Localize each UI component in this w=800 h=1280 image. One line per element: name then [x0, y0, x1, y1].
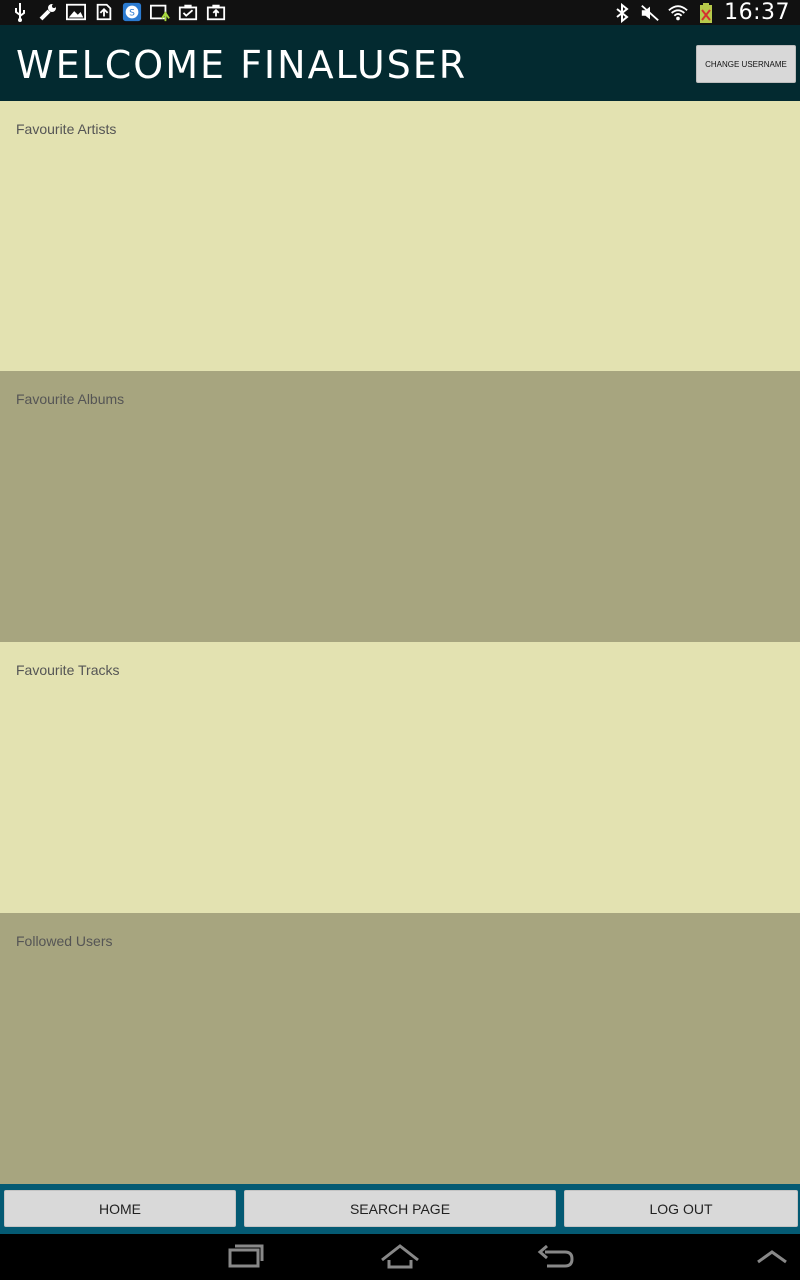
battery-icon	[696, 2, 716, 23]
favourite-albums-section: Favourite Albums	[0, 371, 800, 642]
bottom-navigation: HOME SEARCH PAGE LOG OUT	[0, 1184, 800, 1234]
recents-icon[interactable]	[225, 1242, 265, 1270]
page-title: WELCOME FINALUSER	[16, 43, 468, 87]
followed-users-label: Followed Users	[16, 933, 113, 949]
log-out-button[interactable]: LOG OUT	[564, 1190, 798, 1227]
status-time: 16:37	[724, 0, 790, 25]
app-header: WELCOME FINALUSER CHANGE USERNAME	[0, 25, 800, 101]
status-right-icons: 16:37	[612, 0, 790, 25]
briefcase-upload-icon	[206, 2, 226, 22]
wifi-icon	[668, 3, 688, 23]
home-button[interactable]: HOME	[4, 1190, 236, 1227]
skype-icon: S	[122, 2, 142, 22]
clipboard-check-icon	[178, 2, 198, 22]
wrench-icon	[38, 2, 58, 22]
favourite-artists-label: Favourite Artists	[16, 121, 117, 137]
mute-icon	[640, 3, 660, 23]
back-icon[interactable]	[535, 1242, 575, 1270]
favourite-albums-label: Favourite Albums	[16, 391, 125, 407]
image-icon	[66, 2, 86, 22]
status-bar: S 16:37	[0, 0, 800, 25]
upload-file-icon	[94, 2, 114, 22]
system-navigation-bar	[0, 1234, 800, 1280]
favourite-artists-section: Favourite Artists	[0, 101, 800, 371]
usb-icon	[10, 2, 30, 22]
up-chevron-icon[interactable]	[752, 1242, 792, 1270]
home-icon[interactable]	[380, 1242, 420, 1270]
svg-text:S: S	[129, 9, 135, 19]
search-page-button[interactable]: SEARCH PAGE	[244, 1190, 556, 1227]
change-username-button[interactable]: CHANGE USERNAME	[696, 45, 796, 83]
upload-arrow-icon	[150, 2, 170, 22]
followed-users-section: Followed Users	[0, 913, 800, 1184]
status-left-icons: S	[10, 2, 226, 22]
favourite-tracks-label: Favourite Tracks	[16, 662, 120, 678]
bluetooth-icon	[612, 2, 632, 23]
favourite-tracks-section: Favourite Tracks	[0, 642, 800, 913]
